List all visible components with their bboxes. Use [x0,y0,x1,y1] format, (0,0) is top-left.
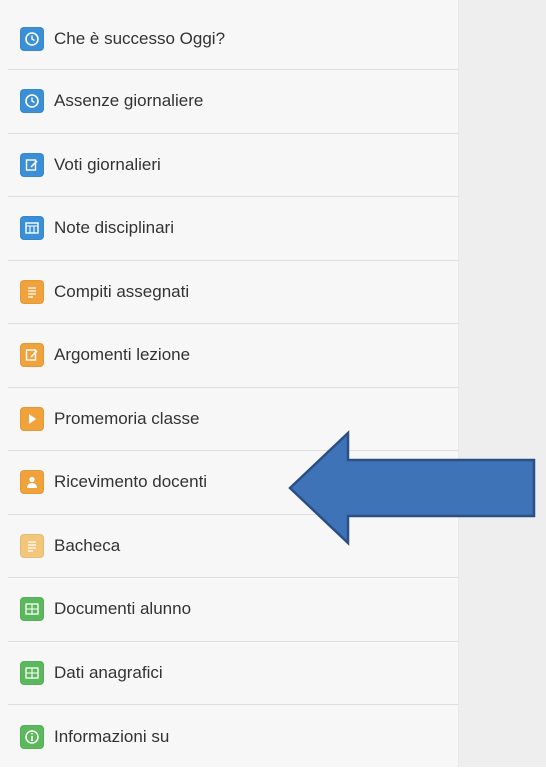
menu-item-label: Note disciplinari [54,218,174,238]
grid-icon [20,597,44,622]
menu-item-label: Informazioni su [54,726,170,746]
document-icon [20,533,44,558]
menu-list: Che è successo Oggi? Assenze giornaliere… [8,8,458,769]
menu-item-dati-anagrafici[interactable]: Dati anagrafici [8,642,458,705]
grid-icon [20,660,44,685]
menu-item-documenti-alunno[interactable]: Documenti alunno [8,578,458,642]
calendar-icon [20,216,44,241]
menu-item-label: Promemoria classe [54,408,200,428]
menu-item-label: Assenze giornaliere [54,91,204,111]
edit-icon [20,343,44,368]
pin-icon [20,406,44,431]
menu-item-label: Voti giornalieri [54,154,161,174]
menu-item-note-disciplinari[interactable]: Note disciplinari [8,197,458,261]
menu-item-voti-giornalieri[interactable]: Voti giornalieri [8,134,458,197]
menu-item-compiti-assegnati[interactable]: Compiti assegnati [8,261,458,324]
edit-icon [20,152,44,177]
document-icon [20,279,44,304]
person-icon [20,470,44,495]
menu-item-label: Bacheca [54,535,121,555]
menu-item-che-e-successo-oggi[interactable]: Che è successo Oggi? [8,8,458,70]
menu-item-assenze-giornaliere[interactable]: Assenze giornaliere [8,70,458,134]
menu-item-label: Che è successo Oggi? [54,28,226,48]
menu-item-label: Ricevimento docenti [54,472,208,492]
menu-item-label: Documenti alunno [54,599,192,619]
annotation-arrow-icon [288,430,536,546]
info-icon [20,724,44,749]
detail-pane [459,0,546,767]
clock-icon [20,26,44,51]
menu-item-label: Compiti assegnati [54,281,190,301]
menu-item-informazioni-su[interactable]: Informazioni su [8,705,458,769]
menu-item-argomenti-lezione[interactable]: Argomenti lezione [8,324,458,388]
menu-item-label: Dati anagrafici [54,662,163,682]
sidebar-menu: Che è successo Oggi? Assenze giornaliere… [0,0,459,767]
menu-item-label: Argomenti lezione [54,345,191,365]
clock-icon [20,89,44,114]
